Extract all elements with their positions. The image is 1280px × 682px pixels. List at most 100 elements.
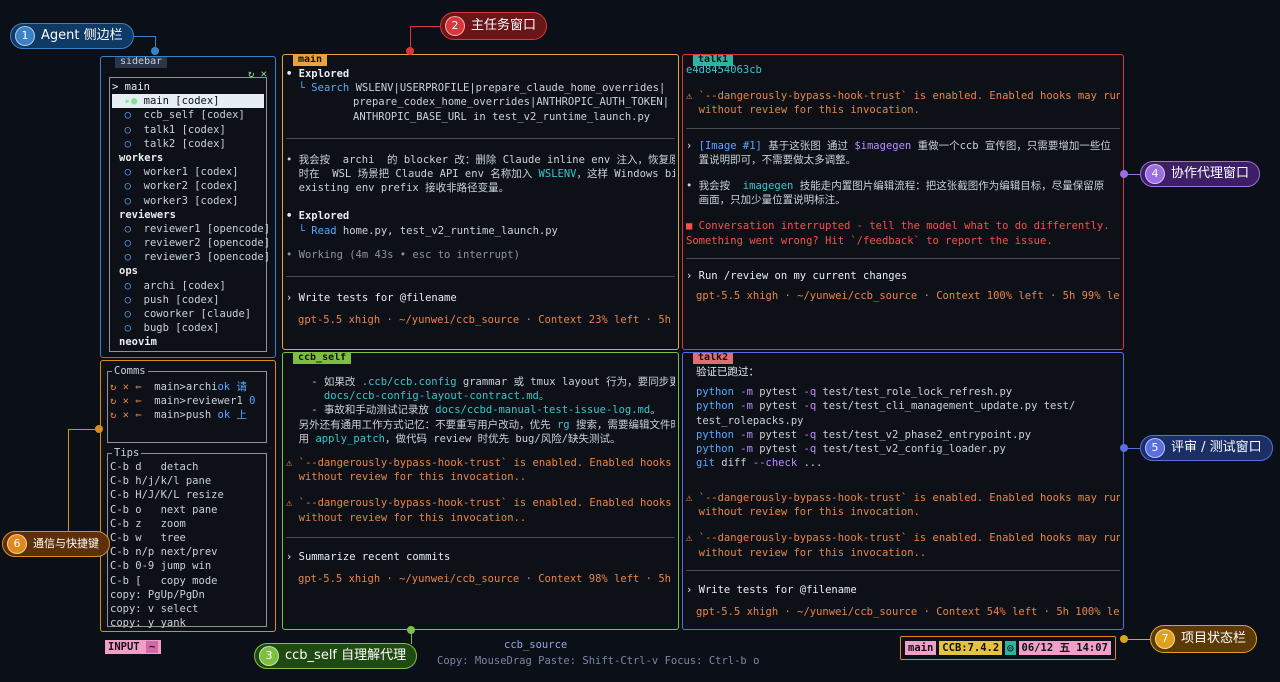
comms-row-icons: ↻ ✕ ⇐ <box>110 395 142 408</box>
model-status-line: gpt-5.5 xhigh · ~/yunwei/ccb_source · Co… <box>696 290 1120 303</box>
session-badge: main <box>905 640 937 656</box>
warning-line: ⚠ `--dangerously-bypass-hook-trust` is e… <box>286 457 672 470</box>
search-line: ANTHROPIC_BASE_URL in test_v2_runtime_la… <box>353 110 651 123</box>
sidebar-item-push[interactable]: ○ push [codex] <box>112 293 264 307</box>
circle-icon: ○ <box>124 322 131 335</box>
circle-icon: ○ <box>124 293 131 306</box>
main-pane[interactable]: main • Explored └ Search WSLENV|USERPROF… <box>282 54 679 350</box>
sidebar-item-main[interactable]: ▸● main [codex] <box>112 94 264 109</box>
prompt-input[interactable]: › Write tests for @filename <box>686 583 1120 597</box>
command-line: git diff --check ... <box>696 457 823 470</box>
prompt-input[interactable]: › Write tests for @filename <box>286 291 675 305</box>
active-indicator-icon: ▸● <box>124 95 138 108</box>
sidebar-item-bugb[interactable]: ○ bugb [codex] <box>112 321 264 335</box>
command-line: python -m pytest -q test/test_cli_manage… <box>696 400 1076 413</box>
main-tag: main <box>293 55 328 66</box>
circle-icon: ○ <box>124 279 131 292</box>
message-line: - 如果改 .ccb/ccb.config grammar 或 tmux lay… <box>286 376 675 388</box>
comms-title: Comms <box>112 364 148 379</box>
sidebar-item-ccb-self[interactable]: ○ ccb_self [codex] <box>112 108 264 122</box>
tip-row: C-b n/p next/prev <box>110 546 218 559</box>
sidebar-item-reviewer3[interactable]: ○ reviewer3 [opencode] <box>112 250 270 264</box>
warning-line: without review for this invocation.. <box>686 546 927 559</box>
warning-line: without review for this invocation.. <box>286 471 527 484</box>
tip-row: C-b 0-9 jump win <box>110 560 212 573</box>
project-name: ccb_source <box>504 639 568 651</box>
warning-line: ⚠ `--dangerously-bypass-hook-trust` is e… <box>686 532 1120 545</box>
model-status-line: gpt-5.5 xhigh · ~/yunwei/ccb_source · Co… <box>696 606 1120 619</box>
input-mode-badge: INPUT ~ <box>105 640 162 655</box>
tip-row: C-b H/J/K/L resize <box>110 489 224 502</box>
sidebar-tree: > main ▸● main [codex] ○ ccb_self [codex… <box>109 77 270 352</box>
sidebar-section-neovim[interactable]: neovim <box>112 335 264 349</box>
user-message-line: 置说明即可，不需要做太多调整。 <box>686 153 857 166</box>
explored-heading: • Explored <box>286 210 350 223</box>
talk2-pane[interactable]: talk2 验证已跑过： python -m pytest -q test/te… <box>682 352 1124 630</box>
sidebar-section-ops[interactable]: ops <box>112 264 264 278</box>
sidebar-pane: sidebar ↻ ✕ > main ▸● main [codex] ○ ccb… <box>100 56 276 358</box>
sidebar-section-workers[interactable]: workers <box>112 151 264 165</box>
ccb-self-pane[interactable]: ccb_self - 如果改 .ccb/ccb.config grammar 或… <box>282 352 679 630</box>
warning-line: ⚠ `--dangerously-bypass-hook-trust` is e… <box>686 90 1120 103</box>
circle-icon: ○ <box>124 194 131 207</box>
explored-heading: • Explored <box>286 68 350 80</box>
message-line: docs/ccb-config-layout-contract.md。 <box>286 390 550 403</box>
verified-heading: 验证已跑过： <box>696 366 759 378</box>
comms-row[interactable]: ↻ ✕ ⇐ main>reviewer1 0 <box>110 394 264 408</box>
tip-row: copy: PgUp/PgDn <box>110 588 205 601</box>
sidebar-item-worker3[interactable]: ○ worker3 [codex] <box>112 194 264 208</box>
sidebar-item-worker2[interactable]: ○ worker2 [codex] <box>112 179 264 193</box>
circle-icon: ○ <box>124 222 131 235</box>
divider <box>286 276 675 278</box>
circle-icon: ○ <box>124 251 131 264</box>
tip-row: C-b d detach <box>110 461 199 473</box>
message-line: 画面，只加少量位置说明标注。 <box>686 194 846 207</box>
sidebar-item-reviewer2[interactable]: ○ reviewer2 [opencode] <box>112 236 270 250</box>
comms-row-icons: ↻ ✕ ⇐ <box>110 381 142 393</box>
tips-box: Tips C-b d detach C-b h/j/k/l pane C-b H… <box>107 446 267 629</box>
prompt-input[interactable]: › Run /review on my current changes <box>686 269 1120 283</box>
divider <box>686 569 1120 571</box>
sidebar-item-coworker[interactable]: ○ coworker [claude] <box>112 307 264 321</box>
date-badge: 06/12 五 14:07 <box>1018 640 1111 656</box>
globe-icon: ◎ <box>1005 640 1016 656</box>
command-line: python -m pytest -q test/test_v2_phase2_… <box>696 428 1032 441</box>
circle-icon: ○ <box>124 180 131 193</box>
callout-ccb-self: 3 ccb_self 自理解代理 <box>254 643 418 669</box>
callout-agent-sidebar: 1 Agent 侧边栏 <box>10 23 134 49</box>
message-line: 另外还有通用工作方式记忆：不要重写用户改动，优先 rg 搜索，需要编辑文件时 <box>286 418 675 431</box>
message-line: 时在 WSL 场景把 Claude API env 名称加入 WSLENV，这样… <box>286 168 675 181</box>
prompt-input[interactable]: › Summarize recent commits <box>286 550 675 564</box>
message-line: existing env prefix 接收非路径变量。 <box>286 182 510 195</box>
user-message-line: › [Image #1] 基于这张图 通过 $imagegen 重做一个ccb … <box>686 139 1111 152</box>
sidebar-item-talk2[interactable]: ○ talk2 [codex] <box>112 137 264 151</box>
sidebar-item-reviewer1[interactable]: ○ reviewer1 [opencode] <box>112 222 270 236</box>
sidebar-item-worker1[interactable]: ○ worker1 [codex] <box>112 165 264 179</box>
warning-line: without review for this invocation.. <box>286 511 527 524</box>
command-line: python -m pytest -q test/test_v2_config_… <box>696 443 1006 456</box>
session-hash: e4d8454063cb <box>686 64 762 76</box>
search-line: └ Search WSLENV|USERPROFILE|prepare_clau… <box>298 82 666 95</box>
interrupt-line: ■ Conversation interrupted - tell the mo… <box>686 220 1110 233</box>
circle-icon: ○ <box>124 109 131 122</box>
command-line: test_rolepacks.py <box>696 414 804 427</box>
circle-icon: ○ <box>124 166 131 179</box>
tip-row: C-b w tree <box>110 532 186 545</box>
sidebar-root[interactable]: > main <box>112 80 264 94</box>
working-status: • Working (4m 43s • esc to interrupt) <box>286 248 520 261</box>
divider <box>286 536 675 538</box>
comms-row-icons: ↻ ✕ ⇐ <box>110 409 142 422</box>
talk1-pane[interactable]: talk1 e4d8454063cb ⚠ `--dangerously-bypa… <box>682 54 1124 350</box>
message-line: 用 apply_patch，做代码 review 时优先 bug/风险/缺失测试… <box>286 432 621 445</box>
sidebar-item-archi[interactable]: ○ archi [codex] <box>112 279 264 293</box>
comms-row[interactable]: ↻ ✕ ⇐ main>archiok 请 <box>110 380 264 394</box>
comms-row[interactable]: ↻ ✕ ⇐ main>push ok 上 <box>110 408 264 422</box>
model-status-line: gpt-5.5 xhigh · ~/yunwei/ccb_source · Co… <box>298 314 671 327</box>
tip-row: C-b z zoom <box>110 517 186 530</box>
tip-row: copy: v select <box>110 603 199 616</box>
sidebar-section-reviewers[interactable]: reviewers <box>112 208 264 222</box>
message-line: • 我会按 archi 的 blocker 改：删除 Claude inline… <box>286 153 675 166</box>
tips-title: Tips <box>112 446 142 461</box>
divider <box>686 127 1120 129</box>
sidebar-item-talk1[interactable]: ○ talk1 [codex] <box>112 123 264 137</box>
